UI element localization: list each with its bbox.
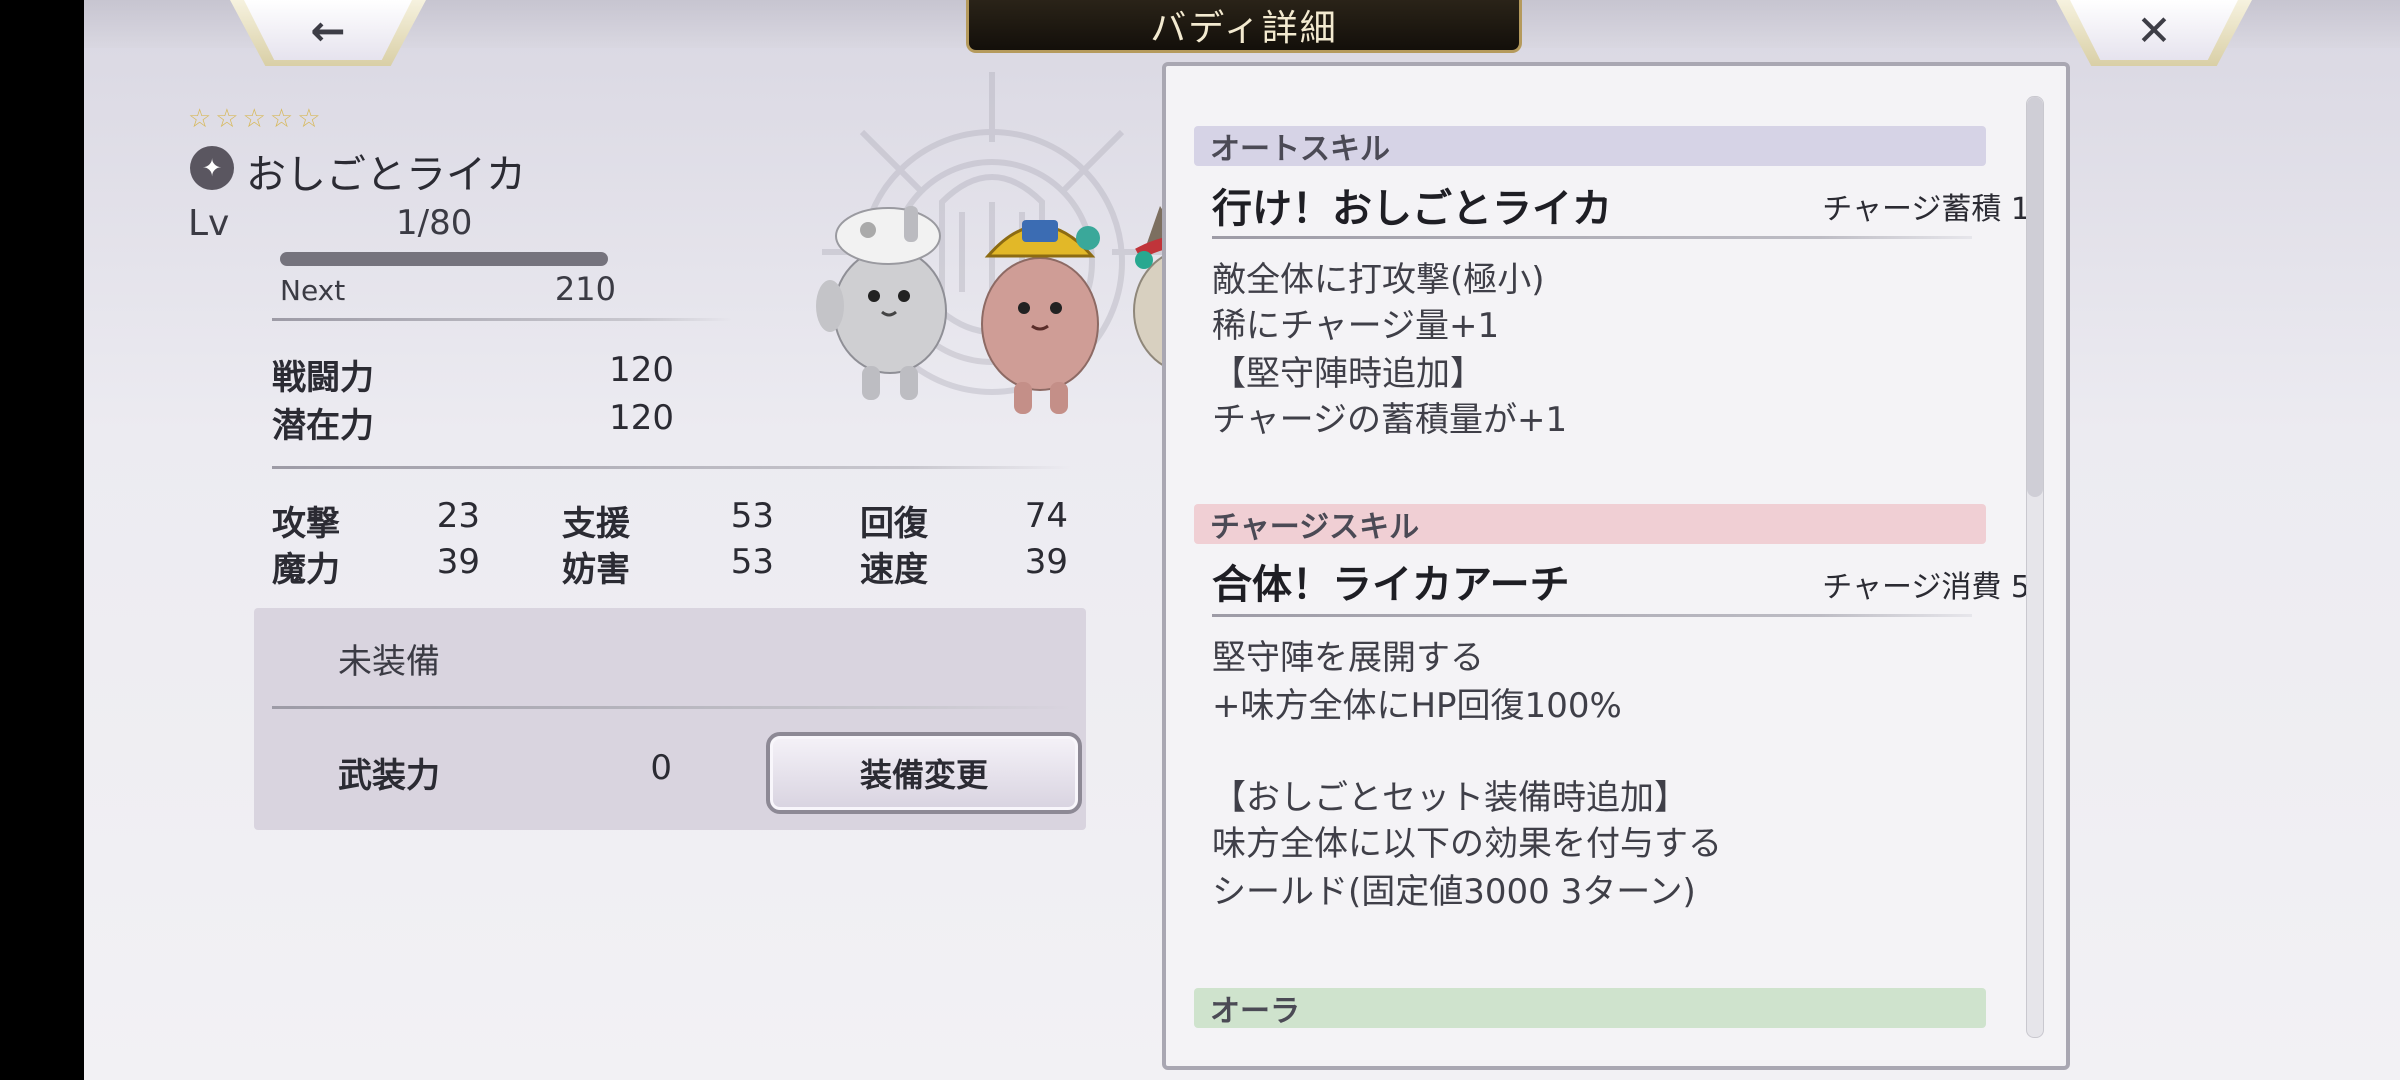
level-value: 1/80 [396, 203, 473, 243]
skill-panel-scrollbar[interactable] [2026, 96, 2044, 1038]
scrollbar-thumb[interactable] [2027, 97, 2043, 497]
divider [1212, 614, 1972, 617]
stat-label-attack: 攻撃 [272, 504, 340, 544]
auto-skill-desc-line: チャージの蓄積量が+1 [1212, 400, 1568, 440]
stat-value-speed: 39 [1024, 542, 1068, 582]
sparkle-icon: ✦ [190, 146, 234, 190]
divider [272, 706, 1072, 709]
charge-skill-cost: チャージ消費 5 [1822, 570, 2030, 605]
back-button[interactable]: ← [230, 0, 426, 66]
charge-skill-desc-line: 味方全体に以下の効果を付与する [1212, 824, 1722, 864]
charge-skill-name: 合体！ライカアーチ [1212, 562, 1570, 608]
charge-skill-desc-line: 【おしごとセット装備時追加】 [1212, 778, 1688, 818]
stat-value-support: 53 [730, 496, 774, 536]
game-screen: ← バディ詳細 ✕ ☆☆☆☆☆ ✦ おしごとライカ Lv 1/80 Next 2… [84, 0, 2400, 1080]
aura-header: オーラ [1194, 988, 1986, 1029]
stat-value-magic: 39 [436, 542, 480, 582]
back-arrow-icon: ← [310, 5, 346, 55]
stat-label-heal: 回復 [860, 504, 928, 544]
close-button[interactable]: ✕ [2056, 0, 2252, 66]
divider [1212, 236, 1972, 239]
stat-label-hinder: 妨害 [562, 550, 630, 590]
potential-label: 潜在力 [272, 406, 374, 446]
page-title: バディ詳細 [966, 0, 1522, 53]
stat-value-attack: 23 [436, 496, 480, 536]
potential-value: 120 [609, 398, 674, 438]
stat-label-support: 支援 [562, 504, 630, 544]
auto-skill-name: 行け！おしごとライカ [1212, 186, 1612, 232]
next-value: 210 [554, 270, 616, 308]
auto-skill-desc-line: 敵全体に打攻撃(極小) [1212, 260, 1545, 300]
equipment-status: 未装備 [338, 642, 440, 682]
buddy-name: おしごとライカ [246, 152, 526, 198]
charge-skill-desc-line: +味方全体にHP回復100% [1212, 686, 1622, 726]
exp-bar [280, 252, 608, 266]
stat-value-heal: 74 [1024, 496, 1068, 536]
auto-skill-desc-line: 稀にチャージ量+1 [1212, 306, 1500, 346]
stat-label-magic: 魔力 [272, 550, 340, 590]
auto-skill-header: オートスキル [1194, 126, 1986, 167]
armed-power-value: 0 [650, 748, 672, 788]
charge-skill-header: チャージスキル [1194, 504, 1986, 545]
next-label: Next [280, 274, 346, 307]
charge-skill-desc-line: シールド(固定値3000 3ターン) [1212, 872, 1696, 912]
auto-skill-desc-line: 【堅守陣時追加】 [1212, 354, 1484, 394]
level-label: Lv [188, 203, 230, 244]
rarity-stars: ☆☆☆☆☆ [188, 104, 325, 134]
armed-power-label: 武装力 [338, 756, 440, 796]
close-icon: ✕ [2136, 5, 2172, 55]
change-equipment-button[interactable]: 装備変更 [766, 732, 1082, 814]
combat-power-value: 120 [609, 350, 674, 390]
divider [272, 318, 732, 321]
stat-value-hinder: 53 [730, 542, 774, 582]
auto-skill-charge: チャージ蓄積 1 [1822, 192, 2030, 227]
combat-power-label: 戦闘力 [272, 358, 374, 398]
divider [272, 466, 1072, 469]
stat-label-speed: 速度 [860, 550, 928, 590]
charge-skill-desc-line: 堅守陣を展開する [1212, 638, 1484, 678]
